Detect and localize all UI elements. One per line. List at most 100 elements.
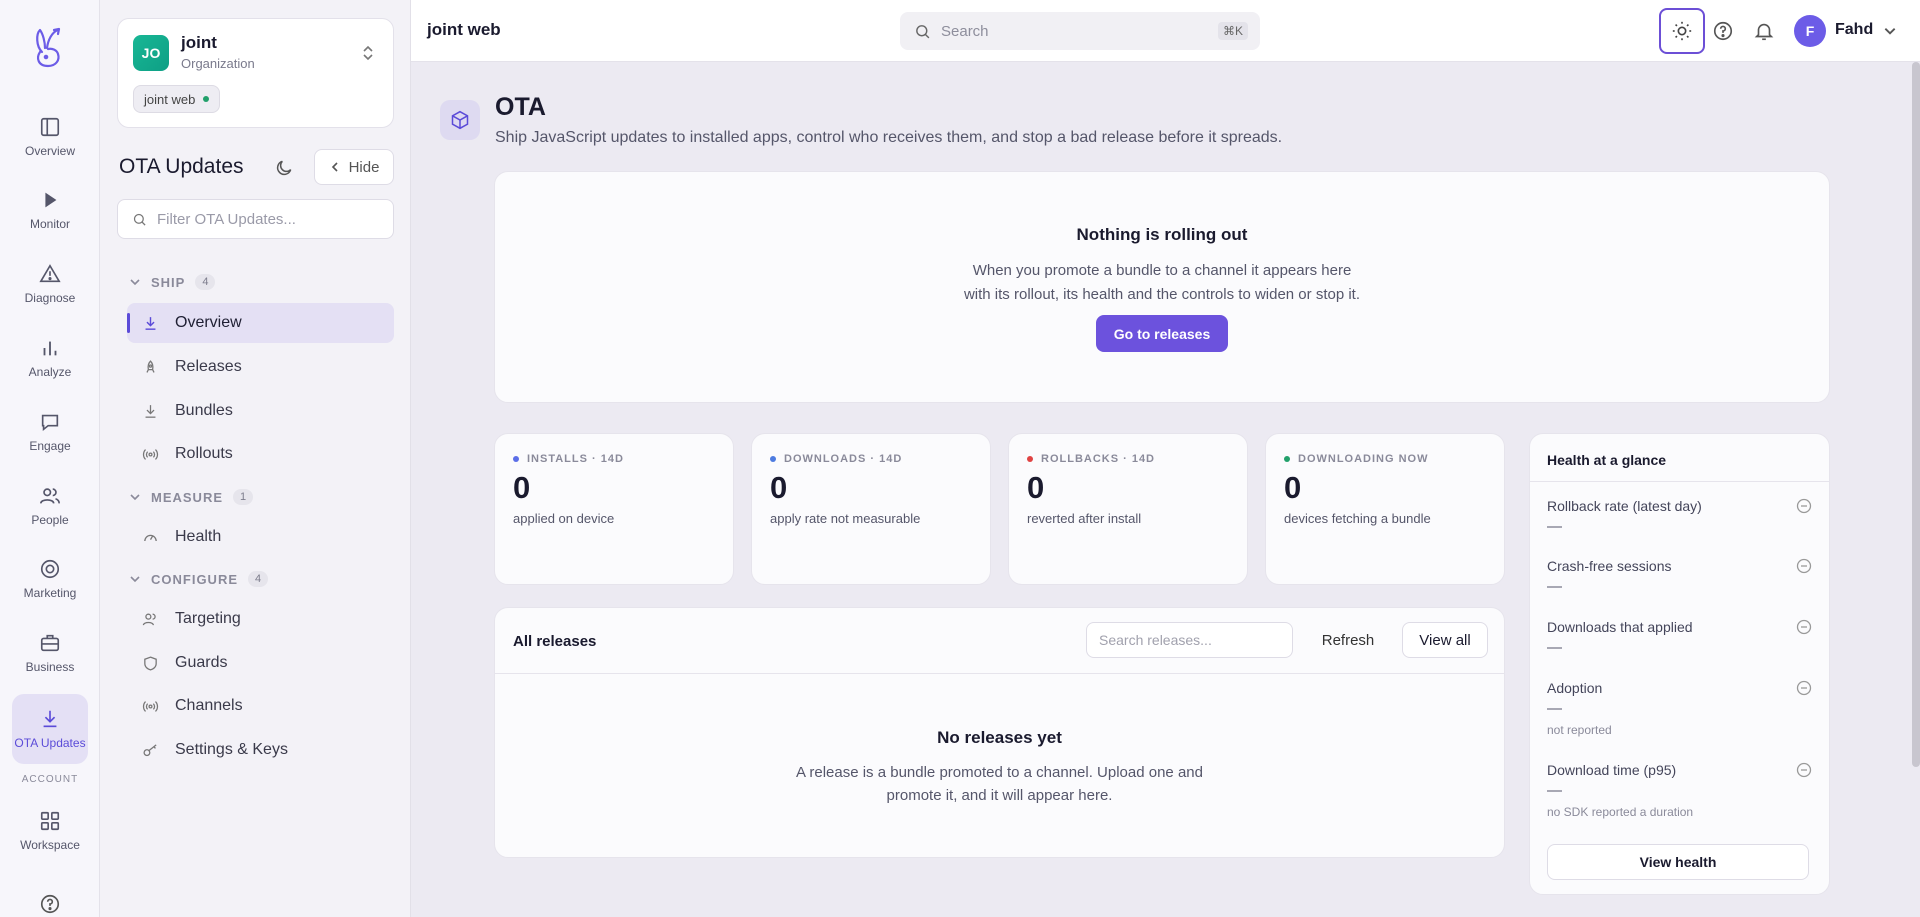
- divider: [495, 673, 1504, 674]
- stat-label-text: DOWNLOADING NOW: [1298, 453, 1429, 465]
- global-search[interactable]: ⌘K: [900, 12, 1260, 50]
- rail-section-account: ACCOUNT: [21, 774, 79, 785]
- rail-item-marketing[interactable]: Marketing: [12, 546, 88, 612]
- group-count: 4: [248, 571, 269, 587]
- filter-box[interactable]: [117, 199, 394, 239]
- theme-toggle-button[interactable]: [1659, 8, 1705, 54]
- group-count: 4: [195, 274, 216, 290]
- nav-label: Health: [175, 528, 222, 545]
- user-name[interactable]: Fahd: [1835, 21, 1873, 39]
- group-configure[interactable]: CONFIGURE 4: [129, 571, 269, 587]
- package-icon: [451, 110, 469, 130]
- scrollbar[interactable]: [1912, 62, 1920, 767]
- rail-item-monitor[interactable]: Monitor: [12, 177, 88, 243]
- page-title: OTA: [495, 93, 546, 121]
- health-metric-name: Download time (p95): [1547, 762, 1677, 778]
- help-icon[interactable]: [39, 893, 61, 915]
- warning-icon: [39, 264, 61, 283]
- empty-title: No releases yet: [937, 728, 1062, 747]
- health-row: Downloads that applied —: [1547, 619, 1812, 656]
- broadcast-icon: [142, 700, 159, 712]
- grid-icon: [40, 811, 60, 831]
- rail-item-overview[interactable]: Overview: [12, 104, 88, 170]
- rail-label: Overview: [24, 144, 75, 158]
- rabbit-logo-icon: [36, 27, 61, 68]
- hero-line-1: When you promote a bundle to a channel i…: [972, 262, 1352, 279]
- sun-icon: [1672, 21, 1692, 41]
- help-icon[interactable]: [1712, 20, 1734, 42]
- moon-icon[interactable]: [274, 158, 294, 178]
- nav-item-bundles[interactable]: Bundles: [127, 391, 394, 431]
- rail-item-workspace[interactable]: Workspace: [12, 798, 88, 864]
- stat-card-rollbacks: ROLLBACKS · 14D 0 reverted after install: [1008, 433, 1248, 585]
- health-row: Crash-free sessions —: [1547, 558, 1812, 595]
- org-name: joint: [181, 33, 217, 52]
- stat-label-text: INSTALLS · 14D: [527, 453, 624, 465]
- org-avatar: JO: [133, 35, 169, 71]
- search-input[interactable]: [941, 22, 1201, 40]
- group-measure[interactable]: MEASURE 1: [129, 489, 254, 505]
- nav-item-rollouts[interactable]: Rollouts: [127, 434, 394, 474]
- refresh-button[interactable]: Refresh: [1313, 622, 1383, 658]
- rail-item-analyze[interactable]: Analyze: [12, 325, 88, 391]
- rail-label: Marketing: [23, 586, 77, 600]
- nav-label: Channels: [175, 697, 243, 714]
- minus-circle-icon: [1796, 680, 1812, 696]
- nav-item-guards[interactable]: Guards: [127, 643, 394, 683]
- stat-card-installs: INSTALLS · 14D 0 applied on device: [494, 433, 734, 585]
- user-avatar[interactable]: F: [1794, 15, 1826, 47]
- nav-item-health[interactable]: Health: [127, 517, 394, 557]
- empty-line-1: A release is a bundle promoted to a chan…: [796, 764, 1203, 781]
- status-dot: [513, 456, 519, 462]
- health-metric-value: —: [1547, 639, 1562, 656]
- health-metric-name: Rollback rate (latest day): [1547, 498, 1702, 514]
- download-icon: [43, 710, 57, 728]
- chevron-updown-icon[interactable]: [361, 45, 375, 61]
- nav-item-channels[interactable]: Channels: [127, 686, 394, 726]
- health-row: Rollback rate (latest day) —: [1547, 498, 1812, 535]
- nav-item-releases[interactable]: Releases: [127, 347, 394, 387]
- rail-item-diagnose[interactable]: Diagnose: [12, 251, 88, 317]
- project-chip[interactable]: joint web: [133, 85, 221, 113]
- org-switcher[interactable]: JO joint Organization joint web: [117, 18, 394, 128]
- download-icon: [145, 316, 156, 330]
- releases-search-input[interactable]: [1086, 622, 1293, 658]
- rail-item-engage[interactable]: Engage: [12, 399, 88, 465]
- nav-item-settings-keys[interactable]: Settings & Keys: [127, 730, 394, 770]
- nav-item-overview[interactable]: Overview: [127, 303, 394, 343]
- bell-icon[interactable]: [1753, 20, 1775, 42]
- nav-rail: Overview Monitor Diagnose Analyze Engage…: [0, 0, 100, 917]
- empty-description: A release is a bundle promoted to a chan…: [495, 761, 1504, 807]
- releases-title: All releases: [513, 633, 597, 650]
- stat-label-text: ROLLBACKS · 14D: [1041, 453, 1156, 465]
- health-card: Health at a glance Rollback rate (latest…: [1529, 433, 1830, 895]
- view-health-button[interactable]: View health: [1547, 844, 1809, 880]
- gauge-icon: [144, 534, 157, 541]
- chevron-down-icon: [130, 279, 140, 286]
- nav-label: Releases: [175, 358, 242, 375]
- group-ship[interactable]: SHIP 4: [129, 274, 216, 290]
- rail-item-ota-updates[interactable]: OTA Updates: [12, 694, 88, 764]
- chevron-down-icon[interactable]: [1883, 24, 1897, 38]
- hero-line-2: with its rollout, its health and the con…: [963, 286, 1361, 303]
- rollout-empty-card: Nothing is rolling out When you promote …: [494, 171, 1830, 403]
- view-all-button[interactable]: View all: [1402, 622, 1488, 658]
- stat-label-text: DOWNLOADS · 14D: [784, 453, 903, 465]
- hero-title: Nothing is rolling out: [1076, 225, 1248, 244]
- nav-item-targeting[interactable]: Targeting: [127, 599, 394, 639]
- briefcase-icon: [40, 634, 60, 652]
- rail-label: Monitor: [29, 217, 70, 231]
- rail-item-people[interactable]: People: [12, 473, 88, 539]
- health-metric-note: no SDK reported a duration: [1547, 805, 1694, 819]
- stat-caption: apply rate not measurable: [770, 511, 921, 526]
- empty-line-2: promote it, and it will appear here.: [886, 787, 1113, 804]
- stat-value: 0: [770, 470, 788, 505]
- rail-item-business[interactable]: Business: [12, 620, 88, 686]
- rail-label: Workspace: [20, 838, 80, 852]
- download-icon: [145, 404, 156, 418]
- go-to-releases-button[interactable]: Go to releases: [1096, 315, 1228, 352]
- stat-card-downloads: DOWNLOADS · 14D 0 apply rate not measura…: [751, 433, 991, 585]
- nav-label: Rollouts: [175, 445, 233, 462]
- filter-input[interactable]: [157, 210, 357, 228]
- hide-panel-button[interactable]: Hide: [314, 149, 394, 185]
